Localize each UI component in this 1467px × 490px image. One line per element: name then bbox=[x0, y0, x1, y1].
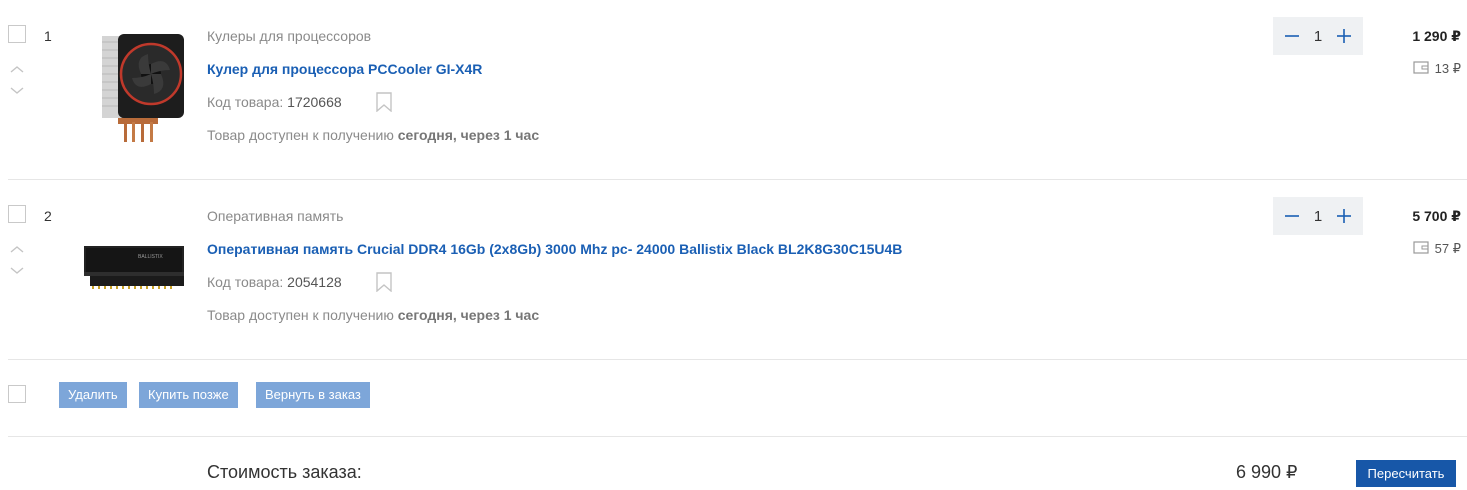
item-select-checkbox[interactable] bbox=[8, 25, 26, 43]
item-title-link[interactable]: Оперативная память Crucial DDR4 16Gb (2x… bbox=[207, 241, 902, 257]
bookmark-icon[interactable] bbox=[375, 272, 393, 293]
item-code-value: 2054128 bbox=[287, 274, 342, 290]
order-total-label: Стоимость заказа: bbox=[207, 462, 362, 482]
buy-later-button[interactable]: Купить позже bbox=[139, 382, 238, 408]
ram-module-label: BALLISTIX bbox=[138, 254, 163, 260]
ram-module-image[interactable]: BALLISTIX bbox=[80, 208, 198, 328]
move-down-icon[interactable] bbox=[8, 266, 26, 276]
availability-text: Товар доступен к получению bbox=[207, 307, 394, 323]
select-all-checkbox[interactable] bbox=[8, 385, 26, 403]
order-total-value: 6 990 ₽ bbox=[1236, 462, 1298, 482]
item-bonus: 57 ₽ bbox=[1413, 241, 1461, 257]
bonus-value: 57 ₽ bbox=[1434, 241, 1461, 256]
item-availability: Товар доступен к получению сегодня, чере… bbox=[207, 307, 539, 323]
item-code-value: 1720668 bbox=[287, 94, 342, 110]
plus-icon[interactable] bbox=[1335, 207, 1353, 225]
recalculate-button[interactable]: Пересчитать bbox=[1356, 460, 1456, 487]
cart-item: 2 BALLISTIX Оперативная память Оперативн… bbox=[0, 180, 1467, 360]
item-price: 1 290 ₽ bbox=[1412, 28, 1461, 44]
return-to-order-button[interactable]: Вернуть в заказ bbox=[256, 382, 370, 408]
quantity-stepper: 1 bbox=[1273, 197, 1363, 235]
wallet-icon bbox=[1413, 241, 1429, 257]
quantity-value[interactable]: 1 bbox=[1314, 208, 1322, 225]
move-up-icon[interactable] bbox=[8, 64, 26, 74]
bookmark-icon[interactable] bbox=[375, 92, 393, 113]
item-code: Код товара: 1720668 bbox=[207, 94, 342, 110]
minus-icon[interactable] bbox=[1283, 27, 1301, 45]
item-select-checkbox[interactable] bbox=[8, 205, 26, 223]
move-up-icon[interactable] bbox=[8, 244, 26, 254]
bonus-value: 13 ₽ bbox=[1434, 61, 1461, 76]
item-number: 1 bbox=[44, 28, 52, 44]
availability-time: сегодня, через 1 час bbox=[397, 127, 540, 143]
row-divider bbox=[8, 436, 1467, 437]
item-code-label: Код товара: bbox=[207, 94, 284, 110]
availability-text: Товар доступен к получению bbox=[207, 127, 394, 143]
minus-icon[interactable] bbox=[1283, 207, 1301, 225]
cpu-cooler-image[interactable] bbox=[80, 26, 198, 146]
item-title-link[interactable]: Кулер для процессора PCCooler GI-X4R bbox=[207, 61, 482, 77]
plus-icon[interactable] bbox=[1335, 27, 1353, 45]
quantity-stepper: 1 bbox=[1273, 17, 1363, 55]
delete-button[interactable]: Удалить bbox=[59, 382, 127, 408]
move-down-icon[interactable] bbox=[8, 86, 26, 96]
item-availability: Товар доступен к получению сегодня, чере… bbox=[207, 127, 539, 143]
row-divider bbox=[8, 359, 1467, 360]
quantity-value[interactable]: 1 bbox=[1314, 28, 1322, 45]
item-category: Оперативная память bbox=[207, 208, 344, 224]
item-code: Код товара: 2054128 bbox=[207, 274, 342, 290]
availability-time: сегодня, через 1 час bbox=[397, 307, 540, 323]
item-number: 2 bbox=[44, 208, 52, 224]
item-price: 5 700 ₽ bbox=[1412, 208, 1461, 224]
item-bonus: 13 ₽ bbox=[1413, 61, 1461, 77]
item-code-label: Код товара: bbox=[207, 274, 284, 290]
wallet-icon bbox=[1413, 61, 1429, 77]
item-category: Кулеры для процессоров bbox=[207, 28, 372, 44]
cart-item: 1 Кулеры для процессоров Кулер для проце… bbox=[0, 0, 1467, 180]
